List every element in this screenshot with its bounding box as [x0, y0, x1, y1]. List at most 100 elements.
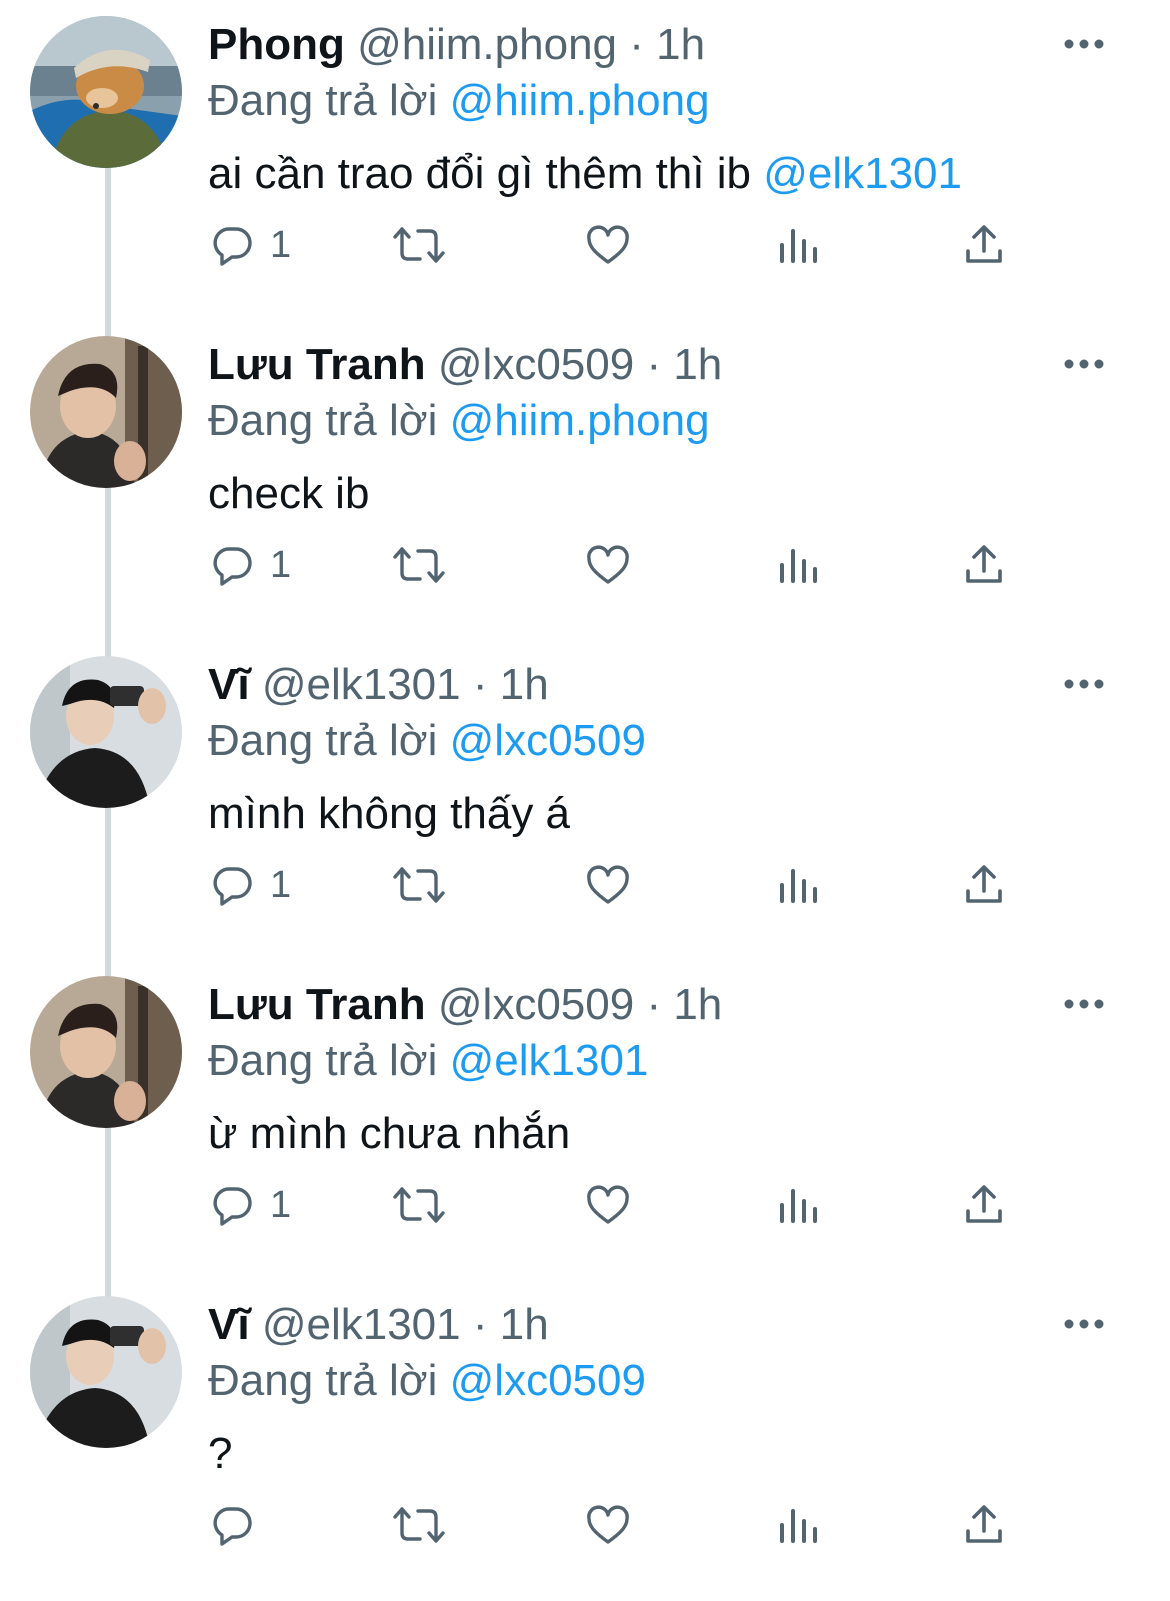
reply-icon	[213, 867, 252, 906]
dog-in-hat-avatar-image	[30, 16, 182, 168]
share-icon	[966, 225, 1002, 263]
replying-to-mention[interactable]: @elk1301	[450, 1036, 649, 1085]
reply-icon	[213, 227, 252, 266]
reply-button[interactable]	[208, 1498, 270, 1552]
tweet-text-mention[interactable]: @elk1301	[763, 149, 962, 198]
tweet-actions: 1	[0, 858, 1170, 912]
retweet-button[interactable]	[392, 218, 446, 272]
user-handle[interactable]: @lxc0509	[438, 340, 634, 389]
more-icon[interactable]	[1062, 670, 1106, 698]
tweet[interactable]: Lưu Tranh @lxc0509 · 1h Đang trả lời @el…	[0, 960, 1170, 1297]
like-button[interactable]	[584, 1178, 632, 1232]
replying-to-mention[interactable]: @hiim.phong	[450, 396, 710, 445]
tweet-text: ?	[208, 1426, 232, 1482]
display-name[interactable]: Vĩ	[208, 660, 250, 709]
share-button[interactable]	[962, 218, 1006, 272]
replying-to-line: Đang trả lời @lxc0509	[208, 714, 646, 768]
retweet-icon	[393, 547, 445, 583]
tweet-text: ai cần trao đổi gì thêm thì ib @elk1301	[208, 146, 962, 202]
user-handle[interactable]: @lxc0509	[438, 980, 634, 1029]
timestamp[interactable]: 1h	[500, 1300, 549, 1349]
reply-button[interactable]: 1	[208, 538, 291, 592]
timestamp[interactable]: 1h	[656, 20, 705, 69]
tweet-header: Phong @hiim.phong · 1h	[208, 18, 705, 72]
reply-button[interactable]: 1	[208, 1178, 291, 1232]
tweet-text-content: ai cần trao đổi gì thêm thì ib	[208, 149, 764, 198]
timestamp[interactable]: 1h	[673, 980, 722, 1029]
avatar[interactable]	[30, 976, 182, 1128]
retweet-icon	[393, 867, 445, 903]
timestamp[interactable]: 1h	[673, 340, 722, 389]
user-handle[interactable]: @elk1301	[262, 660, 461, 709]
tweet[interactable]: Lưu Tranh @lxc0509 · 1h Đang trả lời @hi…	[0, 320, 1170, 657]
display-name[interactable]: Lưu Tranh	[208, 340, 426, 389]
like-button[interactable]	[584, 538, 632, 592]
separator-dot: ·	[629, 20, 644, 69]
tweet-text-content: mình không thấy á	[208, 789, 571, 838]
display-name[interactable]: Lưu Tranh	[208, 980, 426, 1029]
tweet[interactable]: Vĩ @elk1301 · 1h Đang trả lời @lxc0509 m…	[0, 640, 1170, 977]
views-icon	[780, 1189, 817, 1223]
like-button[interactable]	[584, 858, 632, 912]
share-icon	[966, 545, 1002, 583]
like-icon	[587, 1505, 629, 1544]
share-button[interactable]	[962, 1178, 1006, 1232]
reply-icon	[213, 1507, 252, 1546]
timestamp[interactable]: 1h	[500, 660, 549, 709]
avatar[interactable]	[30, 1296, 182, 1448]
replying-to-mention[interactable]: @hiim.phong	[450, 76, 710, 125]
avatar[interactable]	[30, 336, 182, 488]
tweet[interactable]: Vĩ @elk1301 · 1h Đang trả lời @lxc0509 ?	[0, 1280, 1170, 1600]
reply-thread: Phong @hiim.phong · 1h Đang trả lời @hii…	[0, 0, 1170, 1601]
like-button[interactable]	[584, 1498, 632, 1552]
avatar[interactable]	[30, 16, 182, 168]
replying-to-line: Đang trả lời @elk1301	[208, 1034, 648, 1088]
reply-button[interactable]: 1	[208, 218, 291, 272]
retweet-button[interactable]	[392, 858, 446, 912]
like-icon	[587, 865, 629, 904]
share-icon	[966, 865, 1002, 903]
separator-dot: ·	[472, 660, 488, 709]
views-icon	[780, 549, 817, 583]
tweet-text-content: ừ mình chưa nhắn	[208, 1109, 571, 1158]
avatar[interactable]	[30, 656, 182, 808]
user-handle[interactable]: @elk1301	[262, 1300, 461, 1349]
views-button[interactable]	[776, 218, 820, 272]
like-icon	[587, 225, 629, 264]
more-icon[interactable]	[1062, 350, 1106, 378]
share-button[interactable]	[962, 1498, 1006, 1552]
share-icon	[966, 1185, 1002, 1223]
man-portrait-avatar-image	[30, 336, 182, 488]
retweet-button[interactable]	[392, 538, 446, 592]
retweet-icon	[393, 1187, 445, 1223]
views-icon	[780, 869, 817, 903]
retweet-button[interactable]	[392, 1498, 446, 1552]
views-icon	[780, 229, 817, 263]
reply-icon	[213, 547, 252, 586]
views-button[interactable]	[776, 538, 820, 592]
mirror-selfie-avatar-image	[30, 656, 182, 808]
more-icon[interactable]	[1062, 30, 1106, 58]
views-icon	[780, 1509, 817, 1543]
tweet[interactable]: Phong @hiim.phong · 1h Đang trả lời @hii…	[0, 0, 1170, 337]
like-button[interactable]	[584, 218, 632, 272]
reply-count: 1	[270, 864, 292, 906]
more-icon[interactable]	[1062, 990, 1106, 1018]
replying-to-label: Đang trả lời	[208, 76, 438, 125]
views-button[interactable]	[776, 858, 820, 912]
replying-to-mention[interactable]: @lxc0509	[450, 1356, 646, 1405]
retweet-button[interactable]	[392, 1178, 446, 1232]
tweet-text: ừ mình chưa nhắn	[208, 1106, 570, 1162]
views-button[interactable]	[776, 1178, 820, 1232]
display-name[interactable]: Vĩ	[208, 1300, 250, 1349]
tweet-header: Vĩ @elk1301 · 1h	[208, 658, 549, 712]
share-button[interactable]	[962, 538, 1006, 592]
reply-button[interactable]: 1	[208, 858, 291, 912]
views-button[interactable]	[776, 1498, 820, 1552]
user-handle[interactable]: @hiim.phong	[357, 20, 617, 69]
replying-to-mention[interactable]: @lxc0509	[450, 716, 646, 765]
like-icon	[587, 1185, 629, 1224]
share-button[interactable]	[962, 858, 1006, 912]
more-icon[interactable]	[1062, 1310, 1106, 1338]
display-name[interactable]: Phong	[208, 20, 345, 69]
